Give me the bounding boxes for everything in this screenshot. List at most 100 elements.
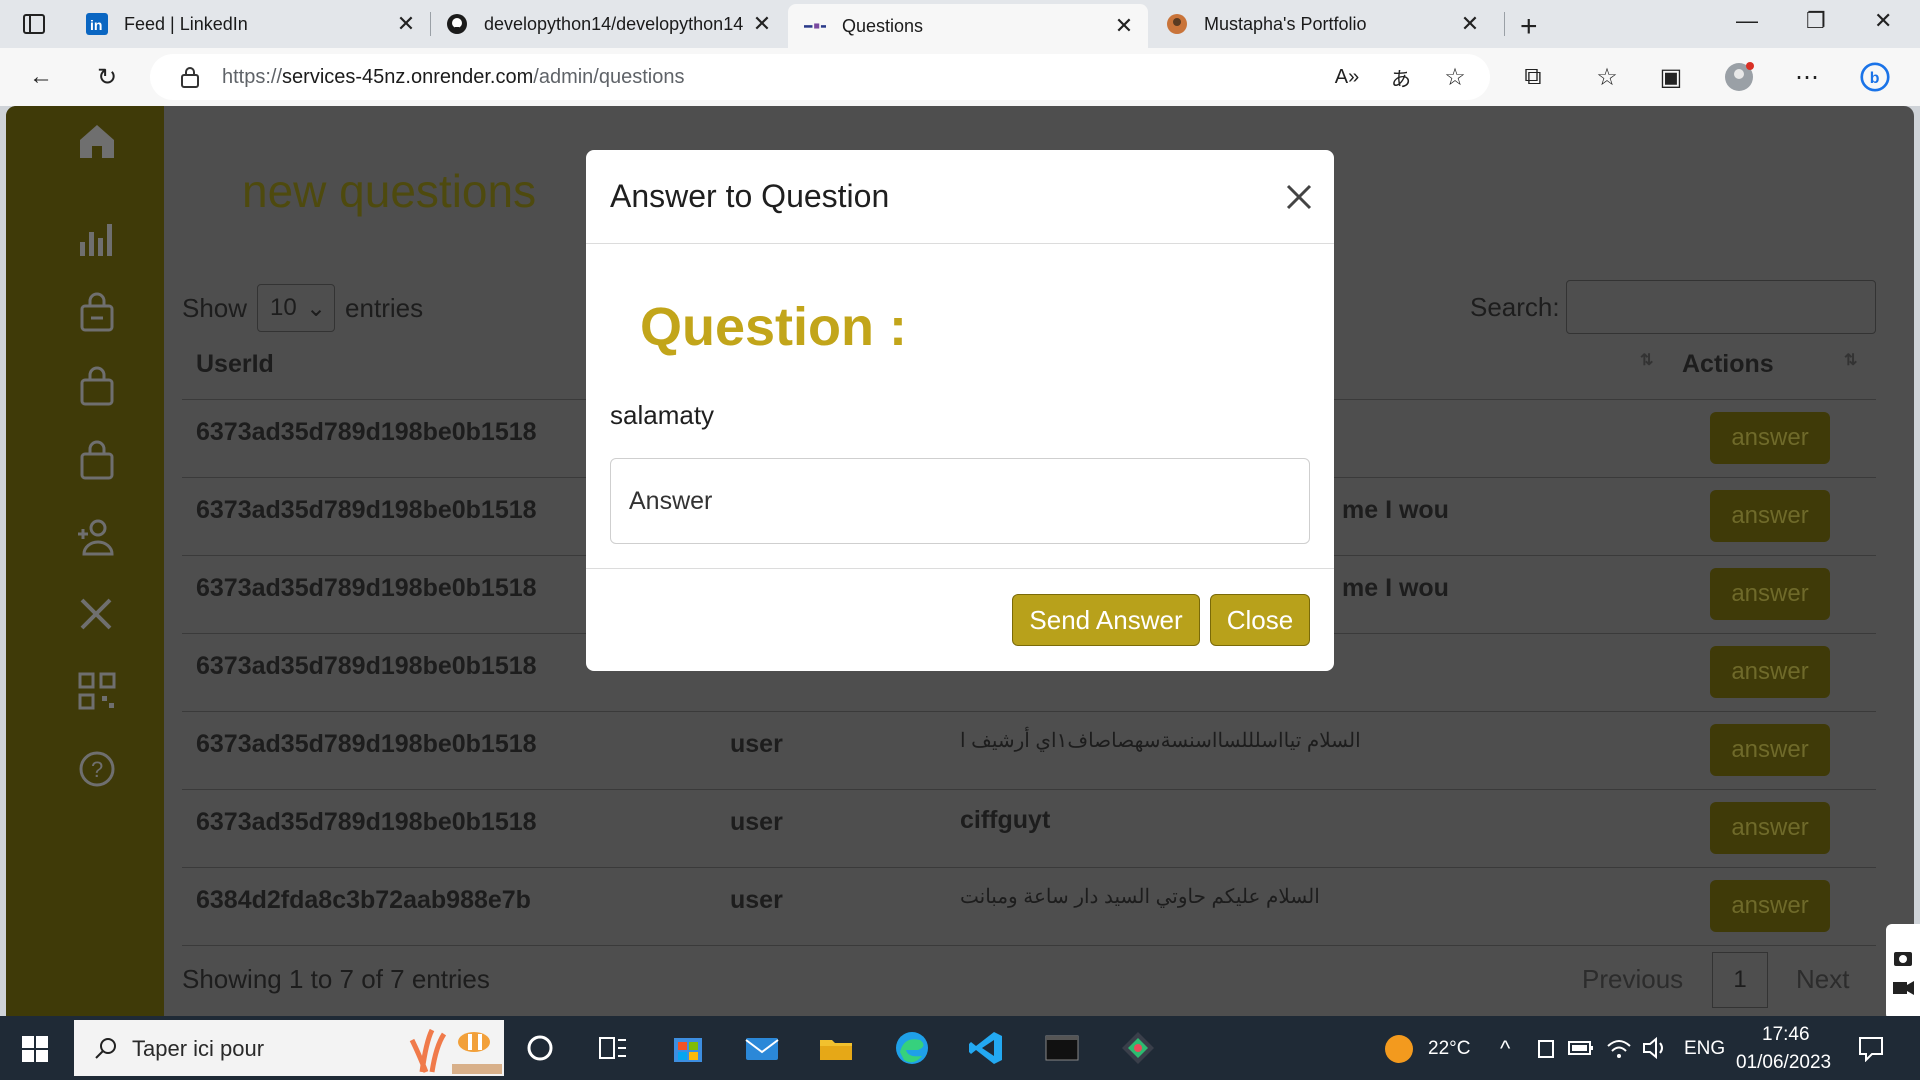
close-tab-icon[interactable]: ✕ [1112, 13, 1136, 38]
bag-icon[interactable] [76, 292, 118, 334]
answer-button[interactable]: answer [1710, 802, 1830, 854]
close-tab-icon[interactable]: ✕ [394, 11, 418, 36]
favorites-icon[interactable]: ☆ [1592, 62, 1622, 92]
bing-chat-icon[interactable]: b [1860, 62, 1890, 92]
tab-linkedin[interactable]: in Feed | LinkedIn ✕ [70, 0, 430, 48]
close-tab-icon[interactable]: ✕ [1458, 11, 1482, 36]
chevron-up-icon[interactable]: ^ [1500, 1036, 1510, 1062]
tab-title: Mustapha's Portfolio [1204, 13, 1367, 34]
address-bar[interactable]: https://services-45nz.onrender.com/admin… [150, 54, 1490, 100]
answer-button[interactable]: answer [1710, 412, 1830, 464]
column-header-userid[interactable]: UserId [196, 350, 274, 379]
site-logo-icon [804, 15, 826, 37]
battery-icon[interactable] [1568, 1040, 1594, 1056]
microsoft-store-icon[interactable] [670, 1030, 706, 1066]
url-text: https://services-45nz.onrender.com/admin… [222, 66, 684, 89]
chevron-down-icon: ⌄ [305, 294, 327, 322]
close-icon[interactable] [1282, 180, 1316, 214]
file-explorer-icon[interactable] [818, 1030, 854, 1066]
tab-github[interactable]: developython14/developython14 ✕ [430, 0, 786, 48]
profile-avatar[interactable] [1724, 62, 1754, 92]
terminal-icon[interactable] [1044, 1030, 1080, 1066]
add-user-icon[interactable] [76, 516, 118, 558]
search-label: Search: [1470, 292, 1560, 322]
new-tab-icon[interactable]: + [1520, 10, 1538, 44]
notifications-icon[interactable] [1858, 1036, 1884, 1062]
git-tool-icon[interactable] [1120, 1030, 1156, 1066]
clock-date[interactable]: 01/06/2023 [1736, 1052, 1831, 1074]
taskbar-search[interactable]: Taper ici pour [74, 1020, 504, 1076]
help-icon[interactable]: ? [76, 748, 118, 790]
url-scheme: https:// [222, 66, 283, 88]
minimize-icon[interactable]: — [1736, 8, 1758, 34]
floating-toolbar[interactable] [1886, 924, 1920, 1020]
answer-button[interactable]: answer [1710, 490, 1830, 542]
widgets-icon[interactable] [594, 1030, 630, 1066]
bag-icon[interactable] [76, 440, 118, 482]
sort-icon[interactable]: ⇅ [1844, 350, 1857, 370]
sort-icon[interactable]: ⇅ [1640, 350, 1653, 370]
column-header-actions[interactable]: Actions [1682, 350, 1774, 379]
windows-start-icon[interactable] [22, 1036, 48, 1062]
weather-temperature[interactable]: 22°C [1428, 1038, 1470, 1060]
bag-icon[interactable] [76, 366, 118, 408]
vscode-icon[interactable] [968, 1030, 1004, 1066]
back-icon[interactable]: ← [26, 62, 56, 92]
previous-page-button[interactable]: Previous [1582, 964, 1683, 995]
volume-icon[interactable] [1642, 1036, 1668, 1060]
answer-button[interactable]: answer [1710, 880, 1830, 932]
answer-button[interactable]: answer [1710, 646, 1830, 698]
github-icon [446, 13, 468, 35]
more-options-icon[interactable]: ⋯ [1792, 62, 1822, 92]
answer-button[interactable]: answer [1710, 724, 1830, 776]
meet-now-icon[interactable] [1536, 1038, 1556, 1060]
translate-icon[interactable]: あ [1386, 62, 1416, 92]
extensions-icon[interactable]: ⧉ [1518, 62, 1548, 92]
add-favorite-icon[interactable]: ☆ [1440, 62, 1470, 92]
task-view-icon[interactable] [522, 1030, 558, 1066]
tab-questions[interactable]: Questions ✕ [788, 4, 1148, 48]
row-divider [182, 789, 1876, 790]
wifi-icon[interactable] [1606, 1036, 1632, 1060]
refresh-icon[interactable]: ↻ [92, 62, 122, 92]
read-aloud-icon[interactable]: A» [1332, 62, 1362, 92]
collections-icon[interactable]: ▣ [1656, 62, 1686, 92]
close-window-icon[interactable]: ✕ [1874, 8, 1892, 34]
entries-label: entries [345, 292, 424, 323]
edge-browser-icon[interactable] [894, 1030, 930, 1066]
question-text: salamaty [610, 400, 715, 430]
tab-strip: in Feed | LinkedIn ✕ developython14/deve… [0, 0, 1920, 48]
table-cell-message: السلام عليكم حاوتي السيد دار ساعة ومبانت [960, 886, 1320, 908]
tools-icon[interactable] [76, 592, 118, 634]
row-divider [182, 945, 1876, 946]
row-divider [182, 711, 1876, 712]
page-title: new questions [242, 165, 537, 217]
search-input[interactable] [1566, 280, 1876, 334]
weather-sun-icon[interactable] [1384, 1034, 1414, 1064]
table-cell-userid: 6373ad35d789d198be0b1518 [196, 730, 537, 758]
answer-input[interactable]: Answer [610, 458, 1310, 544]
answer-button[interactable]: answer [1710, 568, 1830, 620]
tab-actions-icon[interactable] [22, 12, 46, 36]
qr-code-icon[interactable] [76, 670, 118, 712]
page-number-button[interactable]: 1 [1712, 952, 1768, 1008]
show-label: Show [182, 292, 248, 323]
page-size-select[interactable]: 10 ⌄ [257, 284, 336, 332]
send-answer-button[interactable]: Send Answer [1012, 594, 1200, 646]
tab-portfolio[interactable]: Mustapha's Portfolio ✕ [1150, 0, 1494, 48]
table-cell-message: me I wou [1342, 496, 1449, 524]
mail-icon[interactable] [744, 1030, 780, 1066]
close-button[interactable]: Close [1210, 594, 1310, 646]
next-page-button[interactable]: Next [1796, 964, 1849, 995]
table-cell-userid: 6373ad35d789d198be0b1518 [196, 574, 537, 602]
language-indicator[interactable]: ENG [1684, 1038, 1725, 1060]
home-icon[interactable] [76, 120, 118, 162]
close-tab-icon[interactable]: ✕ [750, 11, 774, 36]
restore-icon[interactable]: ❐ [1806, 8, 1826, 34]
answer-modal: Answer to Question Question : salamaty A… [586, 150, 1334, 671]
table-cell-userid: 6373ad35d789d198be0b1518 [196, 496, 537, 524]
modal-title: Answer to Question [610, 178, 890, 214]
taskbar: Taper ici pour 22°C ^ ENG 17:46 01/06/20… [0, 1016, 1920, 1080]
stats-icon[interactable] [76, 218, 118, 260]
clock-time[interactable]: 17:46 [1762, 1024, 1810, 1046]
